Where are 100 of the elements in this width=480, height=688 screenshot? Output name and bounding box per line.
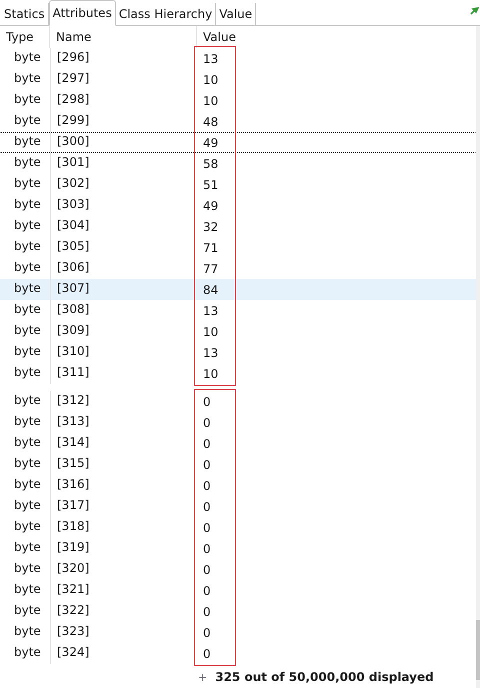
table-row[interactable]: byte [299] 48: [0, 111, 476, 132]
table-row[interactable]: byte [308] 13: [0, 300, 476, 321]
type-cell: byte: [1, 111, 51, 132]
table-row[interactable]: byte [302] 51: [0, 174, 476, 195]
tab[interactable]: Value: [216, 3, 256, 25]
name-cell-text: [311]: [56, 364, 90, 381]
table-row[interactable]: byte [303] 49: [0, 195, 476, 216]
expand-toggle[interactable]: +: [198, 670, 208, 684]
tab[interactable]: Class Hierarchy: [116, 3, 216, 25]
name-cell-text: [296]: [56, 49, 90, 66]
value-cell-text: 32: [202, 220, 218, 234]
type-cell: byte: [1, 391, 51, 412]
type-cell: byte: [1, 90, 51, 111]
type-cell: byte: [1, 580, 51, 601]
type-cell: byte: [1, 622, 51, 643]
type-cell: byte: [1, 132, 51, 153]
name-cell-text: [298]: [56, 91, 90, 108]
type-cell: byte: [1, 363, 51, 384]
name-cell-text: [312]: [56, 392, 90, 409]
value-cell-text: 0: [202, 584, 211, 598]
table-row[interactable]: byte [300] 49: [0, 132, 476, 153]
type-cell: byte: [1, 342, 51, 363]
name-cell-text: [323]: [56, 623, 90, 640]
table-row[interactable]: byte [324] 0: [0, 643, 476, 664]
name-cell-text: [301]: [56, 154, 90, 171]
value-cell-text: 0: [202, 520, 211, 534]
name-cell-text: [307]: [56, 280, 90, 297]
table-row[interactable]: byte [307] 84: [0, 279, 476, 300]
column-header[interactable]: Name: [50, 26, 197, 48]
name-cell-text: [317]: [56, 497, 90, 514]
table-row[interactable]: byte [297] 10: [0, 69, 476, 90]
value-cell-text: 0: [202, 458, 211, 472]
value-cell-text: 0: [202, 500, 211, 514]
table-row[interactable]: byte [314] 0: [0, 433, 476, 454]
value-cell-text: 0: [202, 478, 211, 492]
name-cell-text: [321]: [56, 581, 90, 598]
value-cell-text: 10: [202, 366, 218, 380]
value-cell-text: 48: [202, 114, 218, 128]
name-cell-text: [320]: [56, 560, 90, 577]
table-row[interactable]: byte [315] 0: [0, 454, 476, 475]
table-row[interactable]: byte [318] 0: [0, 517, 476, 538]
table-row[interactable]: byte [298] 10: [0, 90, 476, 111]
name-cell-text: [299]: [56, 112, 90, 129]
table-row[interactable]: byte [312] 0: [0, 391, 476, 412]
table-row[interactable]: byte [320] 0: [0, 559, 476, 580]
table-row[interactable]: byte [301] 58: [0, 153, 476, 174]
row-count-text: 325 out of 50,000,000 displayed: [215, 670, 434, 684]
type-cell: byte: [1, 643, 51, 664]
table-row[interactable]: byte [316] 0: [0, 475, 476, 496]
value-cell-text: 0: [202, 562, 211, 576]
value-cell-text: 0: [202, 626, 211, 640]
name-cell-text: [297]: [56, 70, 90, 87]
name-cell-text: [304]: [56, 217, 90, 234]
value-cell-text: 0: [202, 436, 211, 450]
type-cell: byte: [1, 321, 51, 342]
column-header[interactable]: Type: [0, 26, 50, 48]
type-cell: byte: [1, 538, 51, 559]
type-cell: byte: [1, 412, 51, 433]
name-cell-text: [310]: [56, 343, 90, 360]
value-cell-text: 13: [202, 52, 218, 66]
name-cell-text: [300]: [56, 133, 90, 150]
value-cell-text: 0: [202, 646, 211, 660]
value-cell-text: 84: [202, 282, 218, 296]
type-cell: byte: [1, 279, 51, 300]
tab[interactable]: Attributes: [48, 0, 116, 26]
type-cell: byte: [1, 559, 51, 580]
table-row[interactable]: byte [317] 0: [0, 496, 476, 517]
table-row[interactable]: byte [319] 0: [0, 538, 476, 559]
value-cell-text: 49: [202, 136, 218, 150]
type-cell: byte: [1, 237, 51, 258]
column-header[interactable]: Value: [197, 26, 236, 48]
name-cell-text: [302]: [56, 175, 90, 192]
table-row[interactable]: byte [305] 71: [0, 237, 476, 258]
value-cell-text: 10: [202, 72, 218, 86]
table-row[interactable]: byte [310] 13: [0, 342, 476, 363]
value-cell-text: 0: [202, 394, 211, 408]
value-cell-text: 13: [202, 304, 218, 318]
value-cell-text: 58: [202, 156, 218, 170]
table-row[interactable]: byte [296] 13: [0, 48, 476, 69]
table-row[interactable]: byte [321] 0: [0, 580, 476, 601]
table-row[interactable]: byte [309] 10: [0, 321, 476, 342]
value-cell-text: 10: [202, 94, 218, 108]
type-cell: byte: [1, 48, 51, 69]
value-cell-text: 49: [202, 198, 218, 212]
table-row[interactable]: byte [323] 0: [0, 622, 476, 643]
name-cell-text: [322]: [56, 602, 90, 619]
table-row[interactable]: byte [322] 0: [0, 601, 476, 622]
type-cell: byte: [1, 69, 51, 90]
name-cell-text: [305]: [56, 238, 90, 255]
name-cell-text: [318]: [56, 518, 90, 535]
scrollbar-thumb[interactable]: [476, 620, 480, 680]
type-cell: byte: [1, 601, 51, 622]
type-cell: byte: [1, 454, 51, 475]
table-row[interactable]: byte [311] 10: [0, 363, 476, 384]
table-row[interactable]: byte [313] 0: [0, 412, 476, 433]
value-cell-text: 0: [202, 416, 211, 430]
table-row[interactable]: byte [304] 32: [0, 216, 476, 237]
name-cell-text: [303]: [56, 196, 90, 213]
value-cell-text: 71: [202, 240, 218, 254]
type-cell: byte: [1, 496, 51, 517]
